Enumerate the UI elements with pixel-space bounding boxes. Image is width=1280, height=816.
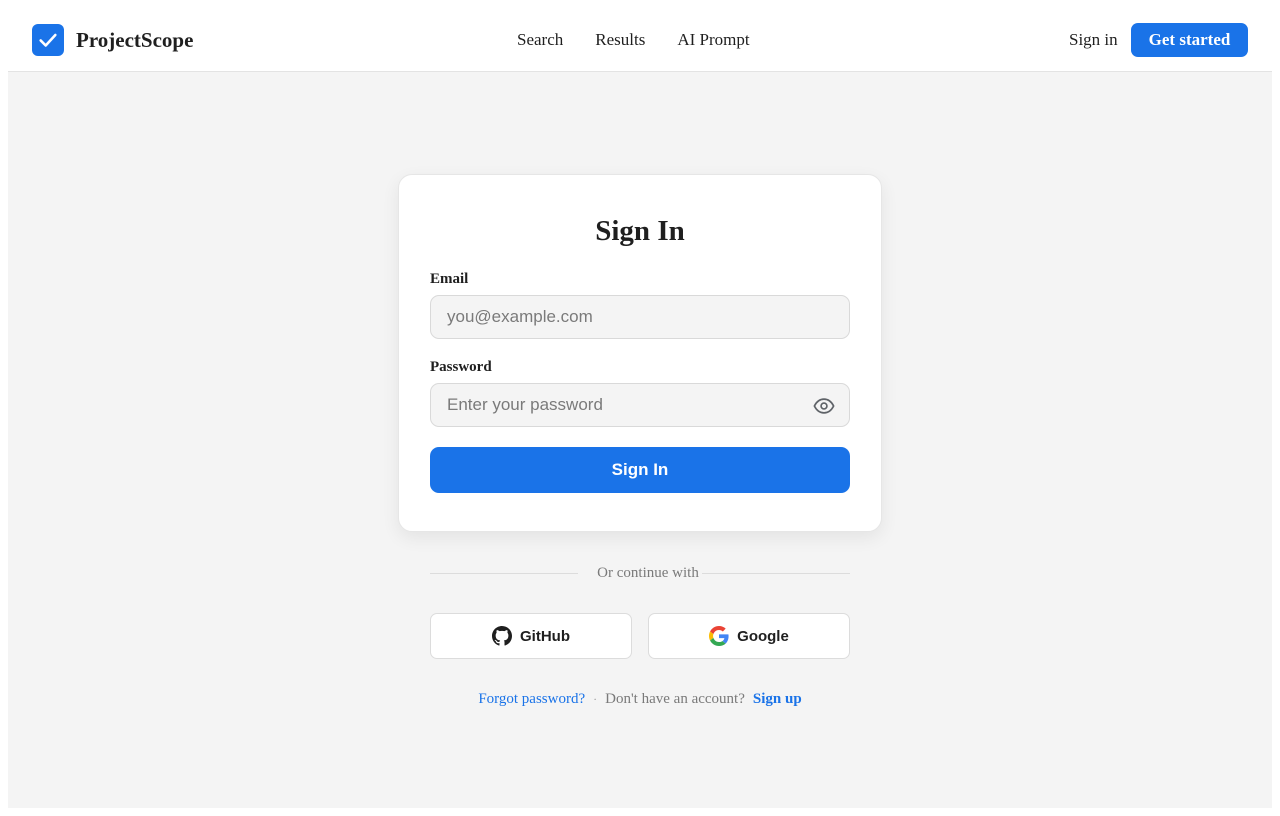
header-sign-in-link[interactable]: Sign in (1069, 28, 1118, 52)
forgot-password-link[interactable]: Forgot password? (478, 691, 585, 707)
checkmark-logo-icon[interactable] (32, 24, 64, 56)
divider-text: Or continue with (597, 565, 699, 581)
nav-item-ai-prompt[interactable]: AI Prompt (677, 28, 749, 52)
password-field-wrapper (430, 383, 850, 427)
divider-line-left (430, 573, 578, 574)
no-account-text: Don't have an account? (605, 691, 745, 707)
google-label: Google (737, 627, 789, 645)
nav-item-search[interactable]: Search (517, 28, 563, 52)
footer-separator: · (593, 692, 598, 706)
nav-item-results[interactable]: Results (595, 28, 645, 52)
sign-up-link[interactable]: Sign up (753, 691, 802, 707)
nav-links: Search Results AI Prompt (517, 28, 750, 52)
github-label: GitHub (520, 627, 570, 645)
card-title: Sign In (595, 215, 685, 247)
password-label: Password (430, 359, 492, 375)
app-frame: ProjectScope Search Results AI Prompt Si… (8, 8, 1272, 808)
google-button[interactable]: Google (648, 613, 850, 659)
top-navbar: ProjectScope Search Results AI Prompt Si… (8, 8, 1272, 72)
github-icon (492, 626, 512, 646)
sign-in-card: Sign In Email Password Sign In (398, 174, 882, 532)
footer-links: Forgot password? · Don't have an account? S… (8, 689, 1272, 709)
email-field-wrapper (430, 295, 850, 339)
github-button[interactable]: GitHub (430, 613, 632, 659)
get-started-button[interactable]: Get started (1131, 23, 1248, 57)
divider-line-right (702, 573, 850, 574)
email-label: Email (430, 271, 469, 287)
brand-name[interactable]: ProjectScope (76, 26, 193, 54)
sign-in-button[interactable]: Sign In (430, 447, 850, 493)
password-field[interactable] (431, 384, 849, 426)
email-field[interactable] (431, 296, 849, 338)
eye-icon[interactable] (813, 395, 835, 417)
google-icon (709, 626, 729, 646)
